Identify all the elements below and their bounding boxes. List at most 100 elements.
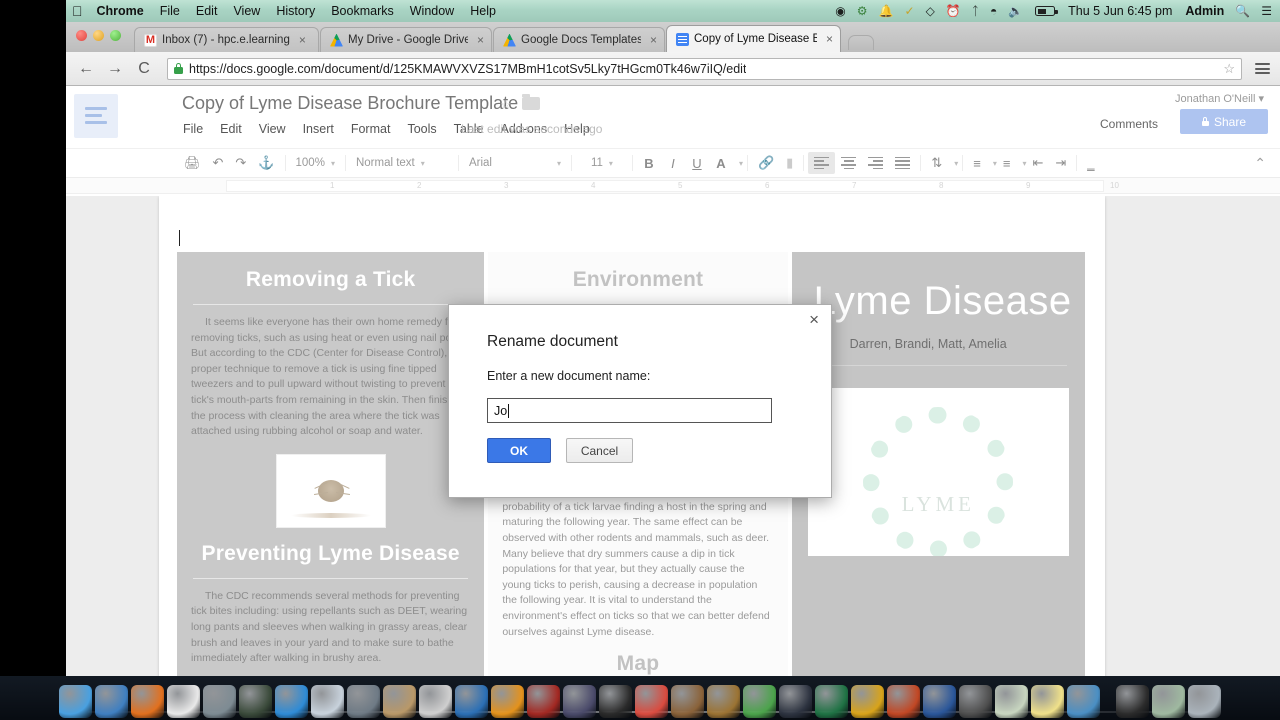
dock-item-chrome[interactable] [635, 685, 668, 718]
tab-my-drive[interactable]: My Drive - Google Drive × [320, 27, 492, 52]
menu-bookmarks[interactable]: Bookmarks [331, 4, 394, 18]
reload-button[interactable]: C [134, 60, 154, 77]
chevron-down-icon[interactable]: ▾ [954, 159, 958, 168]
dock-item-preview[interactable] [311, 685, 344, 718]
dock-item-system-preferences[interactable] [347, 685, 380, 718]
chevron-down-icon[interactable]: ▾ [739, 159, 743, 168]
menu-file[interactable]: File [160, 4, 180, 18]
docs-menu-insert[interactable]: Insert [303, 122, 334, 136]
dock-item-itunes[interactable] [455, 685, 488, 718]
docs-menu-tools[interactable]: Tools [407, 122, 436, 136]
dock-item-trash[interactable] [1188, 685, 1221, 718]
dock-item-calculator[interactable] [419, 685, 452, 718]
docs-logo-icon[interactable] [74, 94, 118, 138]
timemachine-icon[interactable]: ⏰ [946, 5, 961, 17]
volume-icon[interactable]: 🔈 [1008, 5, 1023, 17]
align-right-button[interactable] [862, 152, 889, 174]
bulleted-list-icon[interactable]: ≡ [997, 152, 1017, 174]
insert-comment-icon[interactable]: ▮ [780, 152, 799, 174]
dock-item-microsoft-powerpoint[interactable] [887, 685, 920, 718]
align-center-button[interactable] [835, 152, 862, 174]
document-name-input[interactable]: Jo [487, 398, 772, 423]
search-icon[interactable]: 🔍 [1235, 5, 1250, 17]
wifi-icon[interactable]: ◓ [990, 5, 997, 17]
print-icon[interactable]: 🖨 [178, 152, 207, 174]
lyme-logo-image[interactable]: LYME [807, 388, 1069, 556]
menu-view[interactable]: View [233, 4, 260, 18]
dock-item-contacts[interactable] [383, 685, 416, 718]
dock-item-reminders[interactable] [527, 685, 560, 718]
paragraph-style-selector[interactable]: Normal text ▾ [350, 152, 454, 174]
bluetooth-icon[interactable]: ᛏ [972, 5, 979, 17]
dock-item-ibooks[interactable] [491, 685, 524, 718]
decrease-indent-icon[interactable]: ⇤ [1026, 152, 1049, 174]
bell-icon[interactable]: 🔔 [879, 5, 894, 17]
docs-menu-format[interactable]: Format [351, 122, 391, 136]
close-icon[interactable]: × [826, 32, 833, 46]
hamburger-menu-icon[interactable] [1255, 63, 1270, 74]
dock-item-sketch-app[interactable] [779, 685, 812, 718]
dock-item-microsoft-excel[interactable] [815, 685, 848, 718]
menubar-clock[interactable]: Thu 5 Jun 6:45 pm [1068, 4, 1172, 18]
menu-edit[interactable]: Edit [196, 4, 218, 18]
close-icon[interactable]: × [650, 33, 657, 47]
docs-menu-file[interactable]: File [183, 122, 203, 136]
folder-icon[interactable] [522, 94, 540, 110]
insert-link-icon[interactable]: 🔗 [752, 152, 780, 174]
close-icon[interactable]: × [477, 33, 484, 47]
dock-item-microsoft-word[interactable] [923, 685, 956, 718]
comments-button[interactable]: Comments [1090, 112, 1168, 136]
collapse-toolbar-button[interactable]: ⌃ [1254, 155, 1266, 172]
docs-menu-edit[interactable]: Edit [220, 122, 242, 136]
dock-item-downloads-folder[interactable] [1152, 685, 1185, 718]
dock-item-mission-control[interactable] [203, 685, 236, 718]
back-button[interactable]: ← [76, 60, 96, 77]
dock-item-photo-booth[interactable] [959, 685, 992, 718]
menubar-user[interactable]: Admin [1185, 4, 1224, 18]
zoom-selector[interactable]: 100% ▾ [290, 152, 341, 174]
italic-button[interactable]: I [661, 152, 685, 174]
dock-item-stickies[interactable] [1031, 685, 1064, 718]
new-tab-button[interactable] [848, 35, 874, 50]
font-size-selector[interactable]: 11 ▾ [576, 152, 628, 174]
align-justify-button[interactable] [889, 152, 916, 174]
dock-item-terminal[interactable] [239, 685, 272, 718]
dock-item-launchpad[interactable] [167, 685, 200, 718]
account-name[interactable]: Jonathan O'Neill ▾ [1175, 92, 1264, 105]
window-controls[interactable] [76, 30, 121, 41]
share-button[interactable]: Share [1180, 109, 1268, 134]
record-icon[interactable]: ◉ [835, 5, 845, 17]
tab-docs-templates[interactable]: Google Docs Templates × [493, 27, 665, 52]
dock-item-firefox[interactable] [131, 685, 164, 718]
dock-item-app-store[interactable] [275, 685, 308, 718]
zoom-window-button[interactable] [110, 30, 121, 41]
align-left-button[interactable] [808, 152, 836, 174]
ruler[interactable]: 1 2 3 4 5 6 7 8 9 10 [66, 178, 1280, 194]
dock-item-numbers[interactable] [743, 685, 776, 718]
last-edit-status[interactable]: Last edit was seconds ago [461, 122, 602, 136]
redo-icon[interactable]: ↷ [229, 152, 252, 174]
menu-help[interactable]: Help [470, 4, 496, 18]
dock-item-safari[interactable] [95, 685, 128, 718]
dock-item-imovie[interactable] [563, 685, 596, 718]
menu-window[interactable]: Window [410, 4, 454, 18]
ok-button[interactable]: OK [487, 438, 551, 463]
dock-item-final-cut-pro[interactable] [599, 685, 632, 718]
brochure-column-1[interactable]: Removing a Tick It seems like everyone h… [177, 252, 485, 676]
bookmark-star-icon[interactable]: ☆ [1223, 61, 1235, 77]
underline-button[interactable]: U [685, 152, 709, 174]
undo-icon[interactable]: ↶ [207, 152, 230, 174]
brochure-column-3[interactable]: Lyme Disease Darren, Brandi, Matt, Ameli… [791, 252, 1085, 676]
minimize-window-button[interactable] [93, 30, 104, 41]
numbered-list-icon[interactable]: ≡ [967, 152, 987, 174]
tab-copy-of-lyme-disease-brochure[interactable]: Copy of Lyme Disease Broc × [666, 25, 841, 52]
increase-indent-icon[interactable]: ⇥ [1049, 152, 1072, 174]
dock-item-image-capture[interactable] [995, 685, 1028, 718]
dock-item-garageband[interactable] [671, 685, 704, 718]
document-title[interactable]: Copy of Lyme Disease Brochure Template [182, 93, 518, 114]
cancel-button[interactable]: Cancel [566, 438, 633, 463]
text-color-button[interactable]: A [709, 152, 733, 174]
close-window-button[interactable] [76, 30, 87, 41]
clear-formatting-icon[interactable]: ‗ [1081, 152, 1100, 174]
forward-button[interactable]: → [105, 60, 125, 77]
